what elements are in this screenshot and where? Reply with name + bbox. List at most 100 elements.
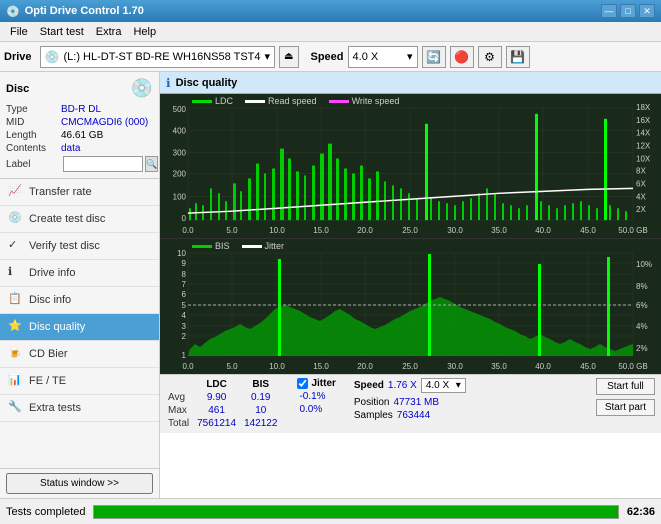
speed-selector[interactable]: 4.0 X ▾ (348, 46, 418, 68)
svg-text:25.0: 25.0 (402, 226, 418, 235)
sidebar-item-disc-quality[interactable]: ⭐ Disc quality (0, 314, 159, 341)
speed-dropdown-value: 4.0 X (426, 380, 449, 391)
stats-table: LDC BIS Avg 9.90 0.19 Max 461 10 Total 7… (166, 378, 283, 430)
drive-selector[interactable]: 💿 (L:) HL-DT-ST BD-RE WH16NS58 TST4 ▾ (40, 46, 276, 68)
eject-button[interactable]: ⏏ (279, 46, 298, 68)
cd-bier-icon: 🍺 (8, 346, 24, 362)
svg-text:9: 9 (182, 259, 187, 268)
bottom-legend: BIS Jitter (192, 241, 284, 251)
contents-value: data (61, 143, 80, 154)
svg-text:50.0 GB: 50.0 GB (618, 226, 647, 235)
svg-text:3: 3 (182, 322, 187, 331)
speed-section: Speed 1.76 X 4.0 X ▾ Position 47731 MB S… (354, 378, 466, 421)
legend-read-speed-label: Read speed (268, 96, 317, 106)
svg-text:4: 4 (182, 311, 187, 320)
disc-quality-title: Disc quality (176, 77, 238, 89)
drive-label: Drive (4, 51, 32, 63)
sidebar-item-disc-info[interactable]: 📋 Disc info (0, 287, 159, 314)
close-button[interactable]: ✕ (639, 4, 655, 18)
maximize-button[interactable]: □ (620, 4, 636, 18)
label-input[interactable] (63, 156, 143, 172)
svg-text:40.0: 40.0 (535, 362, 551, 371)
main-content: Disc 💿 Type BD-R DL MID CMCMAGDI6 (000) … (0, 72, 661, 498)
disc-info-icon: 📋 (8, 292, 24, 308)
svg-text:10.0: 10.0 (269, 362, 285, 371)
svg-text:10X: 10X (636, 155, 651, 164)
sidebar-item-verify-test-disc[interactable]: ✓ Verify test disc (0, 233, 159, 260)
svg-text:6X: 6X (636, 179, 646, 188)
status-window-button[interactable]: Status window >> (6, 473, 153, 494)
svg-text:16X: 16X (636, 116, 651, 125)
sidebar-item-label: CD Bier (29, 348, 68, 360)
menu-start-test[interactable]: Start test (34, 24, 90, 40)
start-buttons: Start full Start part (596, 378, 655, 416)
create-test-disc-icon: 💿 (8, 211, 24, 227)
speed-label: Speed (311, 51, 344, 63)
sidebar-item-label: Disc info (29, 294, 71, 306)
sidebar-item-fe-te[interactable]: 📊 FE / TE (0, 368, 159, 395)
svg-text:40.0: 40.0 (535, 226, 551, 235)
sidebar: Disc 💿 Type BD-R DL MID CMCMAGDI6 (000) … (0, 72, 160, 498)
sidebar-item-cd-bier[interactable]: 🍺 CD Bier (0, 341, 159, 368)
svg-text:15.0: 15.0 (313, 226, 329, 235)
menu-help[interactable]: Help (127, 24, 162, 40)
length-value: 46.61 GB (61, 130, 103, 141)
svg-text:0.0: 0.0 (182, 362, 194, 371)
position-label: Position (354, 397, 390, 408)
bis-color-swatch (192, 245, 212, 248)
disc-quality-icon: ⭐ (8, 319, 24, 335)
bottom-chart: BIS Jitter (160, 239, 661, 374)
sidebar-item-create-test-disc[interactable]: 💿 Create test disc (0, 206, 159, 233)
drive-info-icon: ℹ (8, 265, 24, 281)
sidebar-item-label: Create test disc (29, 213, 105, 225)
chevron-down-icon: ▾ (265, 50, 271, 63)
legend-ldc-label: LDC (215, 96, 233, 106)
svg-text:35.0: 35.0 (491, 362, 507, 371)
title-bar: 💿 Opti Drive Control 1.70 — □ ✕ (0, 0, 661, 22)
svg-text:8X: 8X (636, 166, 646, 175)
speed-header: Speed (354, 380, 384, 391)
position-value: 47731 MB (393, 397, 439, 408)
sidebar-item-label: Drive info (29, 267, 75, 279)
sidebar-item-label: Transfer rate (29, 186, 92, 198)
svg-text:6%: 6% (636, 301, 648, 310)
jitter-checkbox[interactable] (297, 378, 308, 389)
chevron-down-icon3: ▾ (456, 380, 461, 391)
svg-text:5.0: 5.0 (226, 362, 238, 371)
start-part-button[interactable]: Start part (596, 399, 655, 416)
speed-value: 4.0 X (353, 51, 379, 63)
sidebar-item-drive-info[interactable]: ℹ Drive info (0, 260, 159, 287)
fe-te-icon: 📊 (8, 373, 24, 389)
minimize-button[interactable]: — (601, 4, 617, 18)
svg-text:12X: 12X (636, 142, 651, 151)
app-icon: 💿 (6, 5, 20, 18)
settings-button[interactable]: ⚙ (478, 46, 502, 68)
bis-header: BIS (242, 378, 283, 391)
sidebar-item-extra-tests[interactable]: 🔧 Extra tests (0, 395, 159, 422)
app-title: Opti Drive Control 1.70 (25, 5, 144, 17)
svg-text:4%: 4% (636, 322, 648, 331)
jitter-checkbox-row: Jitter (297, 378, 335, 389)
refresh-button[interactable]: 🔄 (422, 46, 446, 68)
save-button[interactable]: 💾 (506, 46, 530, 68)
avg-label: Avg (166, 391, 195, 404)
legend-bis: BIS (192, 241, 230, 251)
disc-type-row: Type BD-R DL (6, 104, 153, 115)
svg-text:5: 5 (182, 301, 187, 310)
start-full-button[interactable]: Start full (596, 378, 655, 395)
speed-dropdown[interactable]: 4.0 X ▾ (421, 378, 466, 393)
menu-extra[interactable]: Extra (90, 24, 128, 40)
burn-button[interactable]: 🔴 (450, 46, 474, 68)
svg-text:0.0: 0.0 (182, 226, 194, 235)
label-search-button[interactable]: 🔍 (145, 156, 158, 172)
sidebar-item-transfer-rate[interactable]: 📈 Transfer rate (0, 179, 159, 206)
samples-row: Samples 763444 (354, 410, 466, 421)
ldc-color-swatch (192, 100, 212, 103)
main-panel: ℹ Disc quality LDC Read speed (160, 72, 661, 498)
extra-tests-icon: 🔧 (8, 400, 24, 416)
svg-text:2%: 2% (636, 344, 648, 353)
status-window-area: Status window >> (0, 468, 159, 498)
speed-row: Speed 1.76 X 4.0 X ▾ (354, 378, 466, 393)
menu-file[interactable]: File (4, 24, 34, 40)
title-bar-title: 💿 Opti Drive Control 1.70 (6, 5, 144, 18)
